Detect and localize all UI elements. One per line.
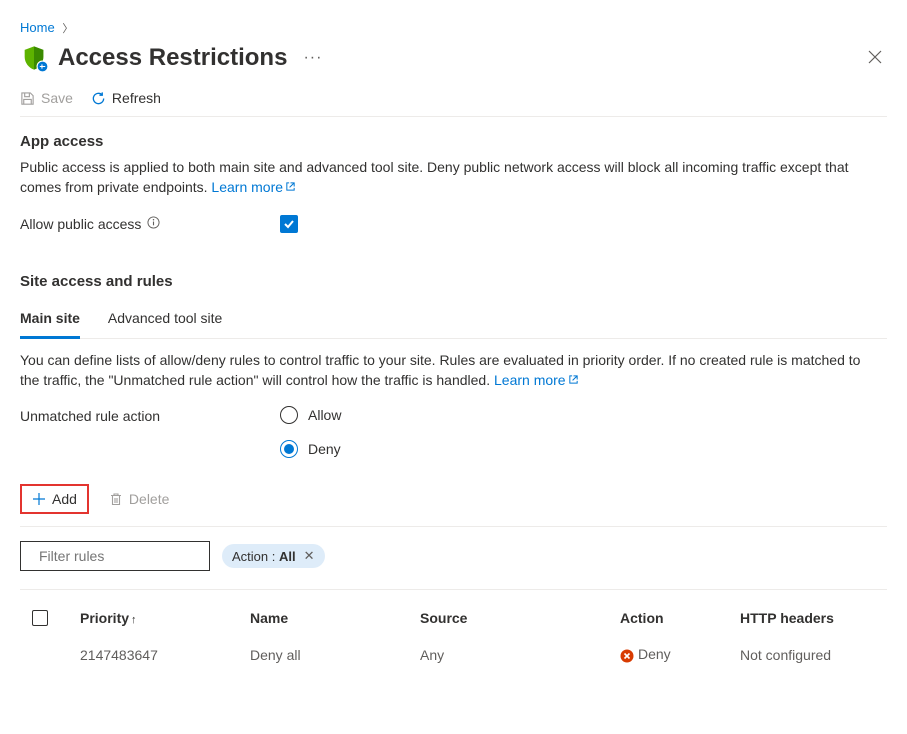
radio-allow-label: Allow (308, 407, 341, 423)
site-rules-desc-text: You can define lists of allow/deny rules… (20, 352, 860, 388)
pill-clear-icon[interactable]: ✕ (304, 548, 315, 564)
learn-more-link[interactable]: Learn more (211, 179, 296, 195)
info-icon[interactable] (147, 216, 160, 232)
command-bar: Save Refresh (20, 90, 887, 117)
save-button: Save (20, 90, 73, 106)
save-label: Save (41, 90, 73, 106)
site-tabs: Main site Advanced tool site (20, 304, 887, 339)
tab-main-site[interactable]: Main site (20, 304, 80, 339)
pill-value: All (279, 549, 296, 564)
table-row[interactable]: 2147483647 Deny all Any Deny Not configu… (20, 636, 887, 672)
header-source[interactable]: Source (420, 610, 620, 626)
cell-action: Deny (620, 646, 740, 662)
radio-icon-unchecked (280, 406, 298, 424)
site-rules-description: You can define lists of allow/deny rules… (20, 351, 880, 390)
allow-public-access-text: Allow public access (20, 216, 141, 232)
unmatched-rule-label: Unmatched rule action (20, 406, 280, 458)
allow-public-access-label: Allow public access (20, 216, 280, 232)
cell-source: Any (420, 647, 620, 663)
filter-input-wrapper[interactable] (20, 541, 210, 571)
plus-icon (32, 492, 46, 506)
learn-more-text: Learn more (211, 179, 283, 195)
check-icon (283, 218, 295, 230)
cell-http: Not configured (740, 647, 887, 663)
tab-advanced-tool-site[interactable]: Advanced tool site (108, 304, 222, 338)
radio-deny-label: Deny (308, 441, 341, 457)
app-access-desc-text: Public access is applied to both main si… (20, 159, 849, 195)
app-access-description: Public access is applied to both main si… (20, 158, 880, 197)
header-priority[interactable]: Priority↑ (80, 610, 250, 626)
learn-more-link-rules[interactable]: Learn more (494, 372, 579, 388)
table-header: Priority↑ Name Source Action HTTP header… (20, 600, 887, 636)
allow-public-access-checkbox[interactable] (280, 215, 298, 233)
select-all-checkbox[interactable] (32, 610, 48, 626)
shield-icon (20, 44, 48, 72)
filter-rules-input[interactable] (37, 547, 222, 565)
add-button[interactable]: Add (20, 484, 89, 514)
learn-more-rules-text: Learn more (494, 372, 566, 388)
trash-icon (109, 492, 123, 506)
breadcrumb: Home 〉 (20, 20, 887, 36)
cell-priority: 2147483647 (80, 647, 250, 663)
breadcrumb-home-link[interactable]: Home (20, 20, 55, 35)
radio-icon-checked (280, 440, 298, 458)
deny-status-icon (620, 646, 638, 662)
pill-label: Action : (232, 549, 279, 564)
filter-pill-action[interactable]: Action : All ✕ (222, 544, 325, 568)
add-label: Add (52, 491, 77, 507)
external-link-icon (568, 374, 579, 385)
external-link-icon (285, 181, 296, 192)
header-http[interactable]: HTTP headers (740, 610, 887, 626)
radio-allow[interactable]: Allow (280, 406, 341, 424)
page-title: Access Restrictions (58, 44, 287, 72)
radio-deny[interactable]: Deny (280, 440, 341, 458)
refresh-label: Refresh (112, 90, 161, 106)
close-button[interactable] (863, 45, 887, 72)
header-name[interactable]: Name (250, 610, 420, 626)
rules-table: Priority↑ Name Source Action HTTP header… (20, 600, 887, 672)
cell-name: Deny all (250, 647, 420, 663)
site-rules-header: Site access and rules (20, 273, 887, 290)
refresh-button[interactable]: Refresh (91, 90, 161, 106)
more-icon[interactable]: ··· (303, 49, 322, 67)
header-action[interactable]: Action (620, 610, 740, 626)
app-access-header: App access (20, 133, 887, 150)
chevron-right-icon: 〉 (62, 23, 73, 35)
sort-asc-icon: ↑ (131, 614, 137, 626)
delete-button: Delete (109, 491, 169, 507)
delete-label: Delete (129, 491, 169, 507)
